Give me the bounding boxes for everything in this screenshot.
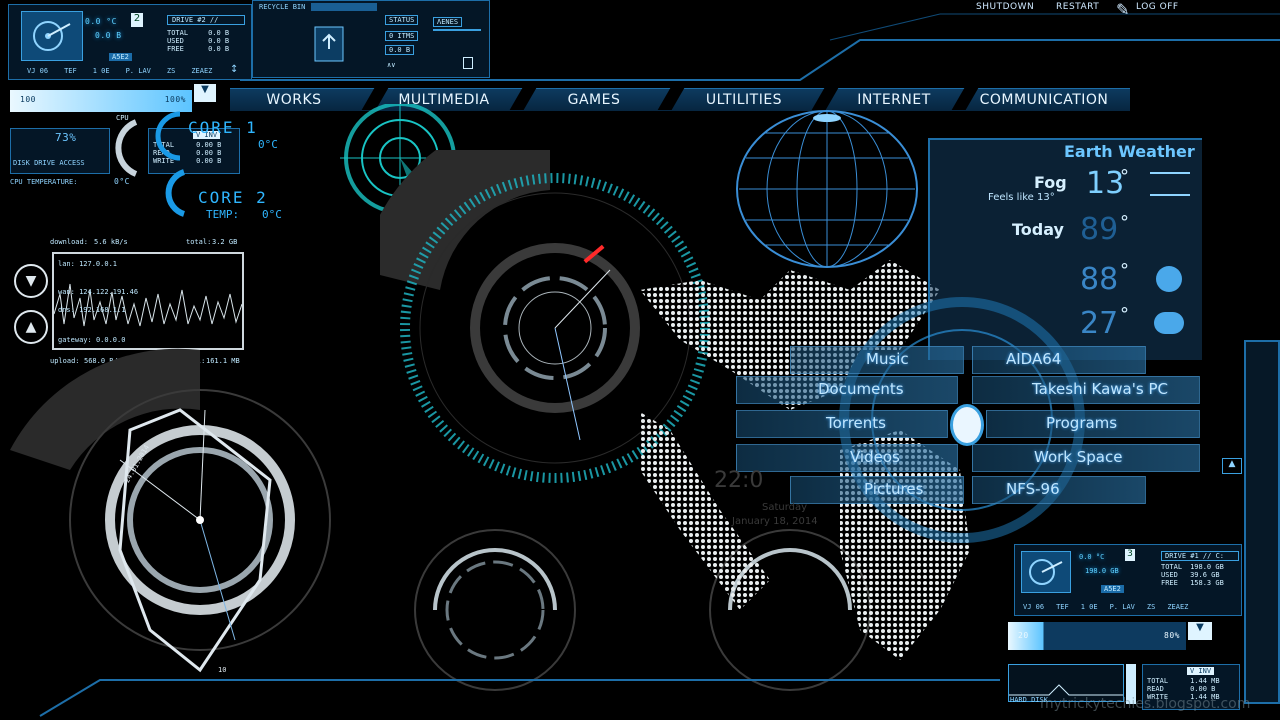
core2-temp-label: TEMP:	[206, 208, 240, 221]
launcher-videos[interactable]: Videos	[850, 448, 900, 466]
cpu-temp-label: CPU TEMPERATURE:	[10, 178, 78, 186]
nav-works[interactable]: WORKS	[244, 92, 344, 110]
drive1-tab[interactable]: 1 0E	[1081, 603, 1098, 611]
drive1-free: 158.3 GB	[1190, 579, 1224, 587]
net-download: 5.6 kB/s	[94, 238, 128, 246]
drive1-usage-bar: 20 80%	[1008, 622, 1186, 650]
launcher-workspace[interactable]: Work Space	[1034, 448, 1122, 466]
hdd-icon-svg	[1029, 559, 1063, 585]
weather-now-temp: 13	[1086, 166, 1125, 201]
drive1-temp: 0.0 °C	[1079, 553, 1105, 561]
clock-widget	[10, 348, 331, 673]
weather-tomorrow-deg: °	[1120, 260, 1129, 281]
launcher-pc[interactable]: Takeshi Kawa's PC	[1032, 380, 1168, 398]
drive1-usage-left: 20	[1018, 631, 1029, 640]
drive1-tab[interactable]: ZEAEZ	[1167, 603, 1188, 611]
launcher-nfs[interactable]: NFS-96	[1006, 480, 1060, 498]
nav-communication[interactable]: COMMUNICATION	[974, 92, 1114, 110]
wrench-icon[interactable]: ✎	[1116, 0, 1129, 19]
weather-feels: Feels like 13°	[988, 192, 1055, 203]
drive1-smart: A5E2	[1101, 585, 1124, 593]
drive1-number-badge: 3	[1125, 549, 1135, 561]
hdd-icon	[1021, 551, 1071, 593]
cpu-load: 73%	[55, 131, 77, 144]
partly-cloudy-icon	[1154, 312, 1184, 334]
drive1-widget: 0.0 °C 198.0 GB A5E2 3 DRIVE #1 // C: TO…	[1014, 544, 1242, 616]
net-dns: dns: 192.168.1.1	[58, 306, 125, 314]
weather-deg: °	[1120, 166, 1129, 187]
net-dns-value: 192.168.1.1	[79, 306, 126, 314]
datetime-time: 22:0	[714, 468, 764, 493]
launcher-bar-left	[736, 444, 958, 472]
net-total-dl: 3.2 GB	[212, 238, 238, 246]
logoff-button[interactable]: LOG OFF	[1136, 2, 1179, 12]
drive1-tabs: VJ 06 TEF 1 0E P. LAV ZS ZEAEZ	[1015, 603, 1249, 611]
drive1-used: 39.6 GB	[1190, 571, 1220, 579]
core2-temp: 0°C	[262, 208, 282, 221]
core1-temp: 0°C	[258, 138, 278, 151]
cpu-load-panel: 73% DISK DRIVE ACCESS	[10, 128, 110, 174]
net-wan-label: wan:	[58, 288, 75, 296]
drive1-free-label: FREE	[1161, 579, 1178, 587]
net-wan: wan: 124.122.191.46	[58, 288, 138, 296]
net-lan-value: 127.0.0.1	[79, 260, 118, 268]
core1-label: CORE 1	[188, 118, 258, 137]
download-arrow-icon[interactable]: ▼	[14, 264, 48, 298]
launcher-torrents[interactable]: Torrents	[826, 414, 886, 432]
side-arrow-icon[interactable]: ▲	[1222, 458, 1242, 474]
restart-button[interactable]: RESTART	[1056, 2, 1099, 12]
weather-today: Today	[1012, 220, 1064, 239]
drive1-title: DRIVE #1 // C:	[1161, 551, 1239, 561]
launcher-programs[interactable]: Programs	[1046, 414, 1117, 432]
launcher-center-icon[interactable]	[950, 404, 984, 446]
drive1-tab[interactable]: ZS	[1147, 603, 1155, 611]
drive1-tab[interactable]: VJ 06	[1023, 603, 1044, 611]
drive1-usage-right: 80%	[1164, 631, 1180, 640]
launcher-documents[interactable]: Documents	[818, 380, 904, 398]
chevron-down-icon[interactable]: ↕	[230, 64, 238, 75]
drive1-total-label: TOTAL	[1161, 563, 1183, 571]
weather-title: Earth Weather	[1064, 142, 1195, 161]
launcher-music[interactable]: Music	[866, 350, 909, 368]
net-download-label: download:	[50, 238, 88, 246]
drive1-dropdown-button[interactable]: ▼	[1188, 622, 1212, 640]
launcher-aida64[interactable]: AIDA64	[1006, 350, 1061, 368]
weather-day3-deg: °	[1120, 304, 1129, 325]
cpu-temp: 0°C	[114, 177, 130, 186]
weather-today-temp: 89	[1080, 212, 1119, 247]
net-dns-label: dns:	[58, 306, 75, 314]
net-lan: lan: 127.0.0.1	[58, 260, 117, 268]
drive1-used-label: USED	[1161, 571, 1178, 579]
weather-today-deg: °	[1120, 212, 1129, 233]
net-wan-value: 124.122.191.46	[79, 288, 139, 296]
globe-widget	[736, 110, 918, 268]
side-scroller[interactable]	[1244, 340, 1280, 704]
watermark: mytrickytechies.blogspot.com	[1040, 696, 1251, 712]
drive1-tab[interactable]: P. LAV	[1110, 603, 1135, 611]
drive1-size: 198.0 GB	[1085, 567, 1119, 575]
core2-label: CORE 2	[198, 188, 268, 207]
net-lan-label: lan:	[58, 260, 75, 268]
fog-icon	[1150, 172, 1190, 196]
sun-icon	[1156, 266, 1182, 292]
nav-games[interactable]: GAMES	[534, 92, 654, 110]
cpu-disk-access: DISK DRIVE ACCESS	[13, 159, 85, 167]
launcher-pictures[interactable]: Pictures	[864, 480, 923, 498]
net-total-dl-label: total:	[186, 238, 212, 246]
weather-condition: Fog	[1034, 173, 1067, 192]
drive1-tab[interactable]: TEF	[1056, 603, 1069, 611]
usage-left: 100	[20, 95, 36, 104]
drive1-total: 198.0 GB	[1190, 563, 1224, 571]
shutdown-button[interactable]: SHUTDOWN	[976, 2, 1034, 12]
datetime-day: Saturday	[762, 502, 808, 513]
drive1-stats: TOTAL 198.0 GB USED 39.6 GB FREE 158.3 GB	[1159, 563, 1226, 587]
datetime-date: January 18, 2014	[732, 516, 818, 527]
cpu-gauge	[115, 119, 138, 177]
